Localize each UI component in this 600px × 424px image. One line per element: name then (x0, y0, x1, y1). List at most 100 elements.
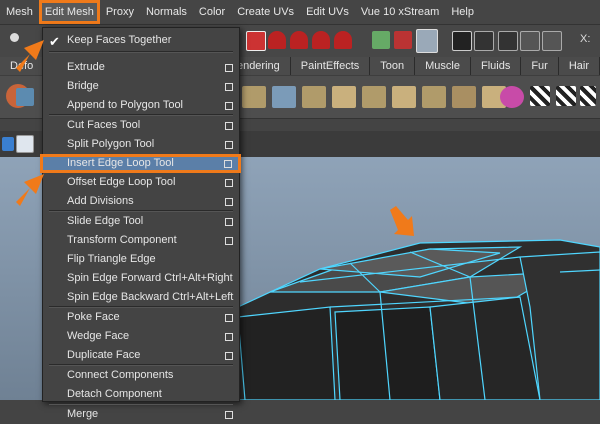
x-coordinate-label: X: (580, 33, 591, 45)
menu-proxy[interactable]: Proxy (100, 0, 140, 24)
tab-paint-effects[interactable]: PaintEffects (290, 57, 371, 75)
tab-muscle[interactable]: Muscle (415, 57, 471, 75)
tab-toon[interactable]: Toon (370, 57, 416, 75)
menu-item-add-divisions[interactable]: Add Divisions (43, 192, 239, 211)
menu-item-cut-faces-tool[interactable]: Cut Faces Tool (43, 116, 239, 135)
menu-item-wedge-face[interactable]: Wedge Face (43, 327, 239, 346)
poly-tool-2-icon[interactable] (272, 86, 296, 108)
magnet-curve-icon[interactable] (334, 31, 352, 49)
magnet-icon[interactable] (268, 31, 286, 49)
menu-item-label: Extrude (67, 61, 105, 73)
magnet-grid-icon[interactable] (312, 31, 330, 49)
option-box-icon[interactable] (225, 198, 233, 206)
menu-normals[interactable]: Normals (140, 0, 193, 24)
output-icon[interactable] (394, 31, 412, 49)
menu-item-label: Add Divisions (67, 195, 134, 207)
edit-mesh-dropdown: ✔ Keep Faces Together Extrude Bridge Appen… (40, 27, 241, 420)
checker-1-icon[interactable] (530, 86, 550, 106)
menu-item-label: Connect Components (67, 369, 174, 381)
vertex-snap-icon[interactable] (246, 31, 266, 51)
poly-tool-4-icon[interactable] (332, 86, 356, 108)
option-box-icon[interactable] (225, 83, 233, 91)
option-box-icon[interactable] (225, 179, 233, 187)
option-box-icon[interactable] (225, 333, 233, 341)
menu-divider (49, 51, 233, 53)
menu-item-poke-face[interactable]: Poke Face (43, 308, 239, 327)
menu-item-label: Offset Edge Loop Tool (67, 176, 176, 188)
uv-icon[interactable] (16, 88, 34, 106)
menu-item-label: Spin Edge Forward Ctrl+Alt+Right (67, 272, 233, 284)
menu-item-label: Slide Edge Tool (67, 215, 144, 227)
menu-item-duplicate-face[interactable]: Duplicate Face (43, 346, 239, 365)
poly-tool-7-icon[interactable] (422, 86, 446, 108)
menu-item-label: Insert Edge Loop Tool (67, 157, 174, 169)
poly-tool-5-icon[interactable] (362, 86, 386, 108)
menu-item-transform-component[interactable]: Transform Component (43, 231, 239, 250)
menu-item-slide-edge-tool[interactable]: Slide Edge Tool (43, 212, 239, 231)
cube-icon[interactable] (16, 135, 34, 153)
menu-help[interactable]: Help (445, 0, 480, 24)
option-box-icon[interactable] (225, 141, 233, 149)
option-box-icon[interactable] (225, 411, 233, 419)
tab-hair[interactable]: Hair (558, 57, 600, 75)
option-box-icon[interactable] (225, 218, 233, 226)
menu-item-keep-faces-together[interactable]: ✔ Keep Faces Together (43, 31, 239, 50)
annotation-arrow-3 (390, 206, 414, 236)
menu-item-label: Cut Faces Tool (67, 119, 141, 131)
poly-tool-3-icon[interactable] (302, 86, 326, 108)
ipr-render-icon[interactable] (498, 31, 518, 51)
hypershade-icon[interactable] (542, 31, 562, 51)
input-icon[interactable] (372, 31, 390, 49)
sculpt-icon[interactable] (500, 86, 524, 108)
menu-item-label: Bridge (67, 80, 99, 92)
menu-item-label: Poke Face (67, 311, 120, 323)
menu-item-label: Wedge Face (67, 330, 130, 342)
annotation-arrow-1 (16, 40, 44, 72)
construction-history-icon[interactable] (416, 29, 438, 53)
option-box-icon[interactable] (225, 102, 233, 110)
menu-item-label: Append to Polygon Tool (67, 99, 183, 111)
checker-3-icon[interactable] (580, 86, 596, 106)
option-box-icon[interactable] (224, 160, 232, 168)
menu-edit-uvs[interactable]: Edit UVs (300, 0, 355, 24)
menu-item-label: Flip Triangle Edge (67, 253, 156, 265)
menu-item-spin-edge-backward[interactable]: Spin Edge Backward Ctrl+Alt+Left (43, 288, 239, 307)
poly-tool-1-icon[interactable] (242, 86, 266, 108)
option-box-icon[interactable] (225, 352, 233, 360)
menu-item-label: Duplicate Face (67, 349, 141, 361)
menu-item-insert-edge-loop-tool[interactable]: Insert Edge Loop Tool (40, 154, 241, 173)
menu-item-append-to-polygon-tool[interactable]: Append to Polygon Tool (43, 96, 239, 115)
menu-item-label: Transform Component (67, 234, 177, 246)
menu-item-offset-edge-loop-tool[interactable]: Offset Edge Loop Tool (43, 173, 239, 192)
menu-create-uvs[interactable]: Create UVs (231, 0, 300, 24)
menu-item-split-polygon-tool[interactable]: Split Polygon Tool (43, 135, 239, 154)
render-settings-icon[interactable] (520, 31, 540, 51)
menu-item-spin-edge-forward[interactable]: Spin Edge Forward Ctrl+Alt+Right (43, 269, 239, 288)
render-icon[interactable] (474, 31, 494, 51)
menu-item-label: Detach Component (67, 388, 162, 400)
menu-item-label: Spin Edge Backward Ctrl+Alt+Left (67, 291, 234, 303)
menu-item-connect-components[interactable]: Connect Components (43, 366, 239, 385)
menu-vue-xstream[interactable]: Vue 10 xStream (355, 0, 445, 24)
magnet-question-icon[interactable] (290, 31, 308, 49)
tab-fluids[interactable]: Fluids (470, 57, 522, 75)
option-box-icon[interactable] (225, 64, 233, 72)
menu-item-bridge[interactable]: Bridge (43, 77, 239, 96)
menu-item-merge[interactable]: Merge (43, 405, 239, 424)
option-box-icon[interactable] (225, 237, 233, 245)
menu-color[interactable]: Color (193, 0, 231, 24)
menu-item-flip-triangle-edge[interactable]: Flip Triangle Edge (43, 250, 239, 269)
poly-tool-8-icon[interactable] (452, 86, 476, 108)
poly-tool-6-icon[interactable] (392, 86, 416, 108)
menu-item-detach-component[interactable]: Detach Component (43, 385, 239, 404)
menu-item-extrude[interactable]: Extrude (43, 58, 239, 77)
checker-2-icon[interactable] (556, 86, 576, 106)
render-view-icon[interactable] (452, 31, 472, 51)
annotation-arrow-2 (16, 174, 44, 206)
option-box-icon[interactable] (225, 122, 233, 130)
menu-item-label: Merge (67, 408, 99, 420)
tab-fur[interactable]: Fur (521, 57, 559, 75)
menu-bar: Mesh Edit Mesh Proxy Normals Color Creat… (0, 0, 600, 25)
option-box-icon[interactable] (225, 314, 233, 322)
camera-icon[interactable] (2, 137, 14, 151)
